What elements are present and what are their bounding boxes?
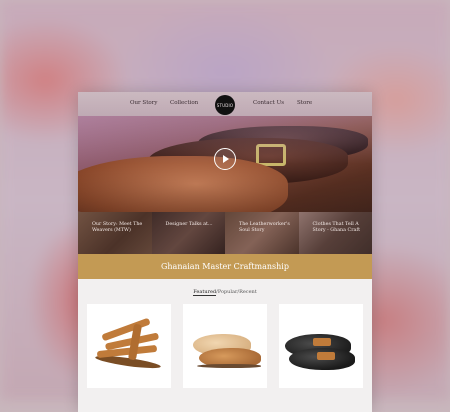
story-thumbnails: Our Story: Meet The Weavers (MTW) Design…	[78, 212, 372, 254]
tab-featured[interactable]: Featured	[193, 289, 217, 296]
nav-collection[interactable]: Collection	[170, 100, 198, 106]
product-grid	[87, 304, 363, 390]
thumbnail-caption: Clothes That Tell A Story - Ghana Craft	[312, 222, 361, 233]
product-card-sandal[interactable]	[87, 304, 171, 388]
nav-contact-us[interactable]: Contact Us	[253, 100, 284, 106]
nav-our-story[interactable]: Our Story	[130, 100, 157, 106]
hero-video[interactable]	[78, 116, 372, 212]
tab-recent[interactable]: Recent	[239, 289, 257, 295]
play-icon[interactable]	[214, 148, 236, 170]
product-card-derby[interactable]	[183, 304, 267, 388]
banner-title: Ghanaian Master Craftmanship	[161, 262, 289, 271]
thumbnail-caption: The Leatherworker's Soul Story	[239, 222, 290, 233]
section-banner: Ghanaian Master Craftmanship	[78, 254, 372, 279]
website-mockup: Our Story Collection STUDIO Contact Us S…	[78, 92, 372, 412]
logo-text: STUDIO	[216, 102, 234, 108]
product-card-monk-strap[interactable]	[279, 304, 363, 388]
nav-store[interactable]: Store	[297, 100, 312, 106]
story-thumbnail[interactable]: Designer Talks at...	[151, 212, 225, 254]
thumbnail-caption: Designer Talks at...	[165, 222, 213, 227]
story-thumbnail[interactable]: Clothes That Tell A Story - Ghana Craft	[298, 212, 372, 254]
brand-logo[interactable]: STUDIO	[215, 95, 235, 115]
tab-popular[interactable]: Popular	[218, 289, 238, 295]
thumbnail-caption: Our Story: Meet The Weavers (MTW)	[92, 222, 143, 233]
story-thumbnail[interactable]: Our Story: Meet The Weavers (MTW)	[78, 212, 152, 254]
product-filter-tabs: Featured / Popular / Recent	[78, 289, 372, 296]
story-thumbnail[interactable]: The Leatherworker's Soul Story	[225, 212, 299, 254]
top-navigation: Our Story Collection STUDIO Contact Us S…	[78, 92, 372, 116]
